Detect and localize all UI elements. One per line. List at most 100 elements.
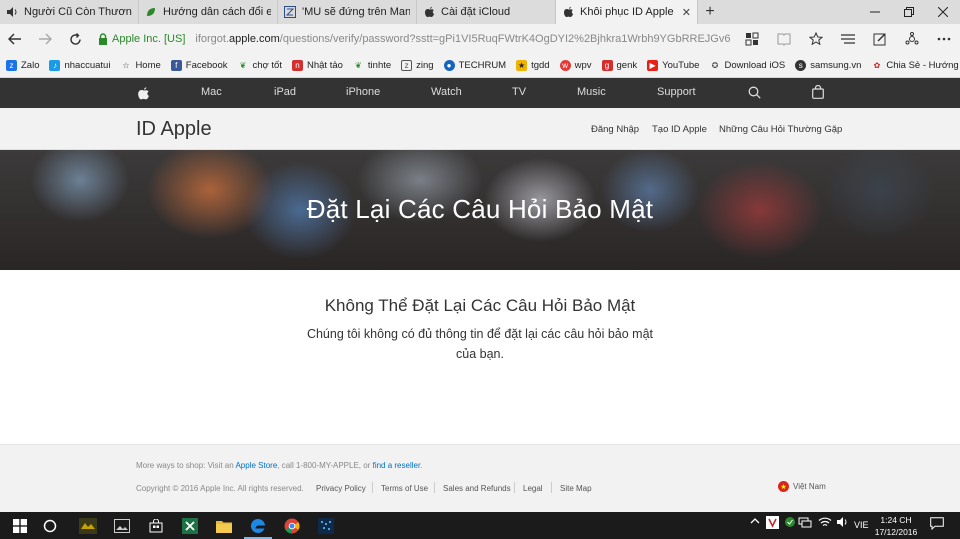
favorite-zalo[interactable]: z Zalo	[6, 60, 39, 71]
tgdd-icon: ★	[516, 60, 528, 71]
store-icon[interactable]	[146, 516, 166, 536]
v-app-tray-icon[interactable]	[766, 516, 779, 531]
gnav-support[interactable]: Support	[657, 86, 696, 98]
action-center-icon[interactable]	[930, 517, 944, 532]
reading-view-icon[interactable]	[768, 32, 800, 46]
close-window-icon[interactable]	[926, 0, 960, 24]
favorite-samsung[interactable]: s samsung.vn	[795, 60, 861, 71]
browser-tab[interactable]: Hướng dẫn cách đổi email c	[139, 0, 278, 24]
web-note-icon[interactable]	[864, 32, 896, 46]
legal-link[interactable]: Legal	[523, 484, 543, 493]
back-button[interactable]	[0, 33, 30, 45]
nhaccuatui-icon: ♪	[49, 60, 61, 71]
chrome-icon[interactable]	[282, 516, 302, 536]
terms-of-use-link[interactable]: Terms of Use	[381, 484, 428, 493]
hub-icon[interactable]	[832, 32, 864, 46]
excel-icon[interactable]	[180, 516, 200, 536]
favorite-techrum[interactable]: ● TECHRUM	[443, 60, 506, 71]
favorite-star-icon[interactable]	[800, 32, 832, 46]
address-field[interactable]: Apple Inc. [US] iforgot.apple.com /quest…	[98, 28, 730, 50]
share-icon[interactable]	[896, 32, 928, 46]
leaf-icon: ❦	[355, 61, 362, 70]
network-icon[interactable]	[798, 516, 812, 530]
favorite-genk[interactable]: g genk	[601, 60, 637, 71]
taskbar-clock[interactable]: 1:24 CH 17/12/2016	[872, 514, 920, 538]
tab-title: Hướng dẫn cách đổi email c	[163, 6, 271, 18]
url-host: iforgot.apple.com	[195, 33, 280, 45]
tray-app-icon[interactable]	[784, 516, 796, 530]
gnav-mac[interactable]: Mac	[201, 86, 222, 98]
footer-divider	[551, 482, 552, 493]
browser-tab[interactable]: Cài đặt iCloud	[417, 0, 556, 24]
wifi-icon[interactable]	[818, 516, 832, 530]
favorite-home[interactable]: ☆ Home	[120, 60, 160, 71]
shopping-bag-icon[interactable]	[812, 84, 824, 99]
gnav-watch[interactable]: Watch	[431, 86, 462, 98]
gnav-iphone[interactable]: iPhone	[346, 86, 380, 98]
favorite-youtube[interactable]: ▶ YouTube	[647, 60, 699, 71]
sales-refunds-link[interactable]: Sales and Refunds	[443, 484, 511, 493]
zalo-icon: z	[6, 60, 17, 71]
url-path: /questions/verify/password?sstt=gPi1VI5R…	[279, 33, 730, 45]
favorite-facebook[interactable]: f Facebook	[170, 60, 228, 71]
restore-icon[interactable]	[892, 0, 926, 24]
faq-link[interactable]: Những Câu Hỏi Thường Gặp	[719, 124, 842, 135]
country-selector[interactable]: ★ Việt Nam	[778, 481, 826, 492]
gnav-tv[interactable]: TV	[512, 86, 526, 98]
refresh-icon	[69, 32, 81, 45]
new-tab-button[interactable]: +	[698, 0, 722, 24]
favorite-nhattao[interactable]: n Nhật tảo	[291, 60, 343, 71]
gnav-music[interactable]: Music	[577, 86, 606, 98]
favorite-tinhte[interactable]: ❦ tinhte	[353, 60, 391, 71]
search-icon[interactable]	[748, 86, 762, 100]
refresh-button[interactable]	[60, 32, 90, 46]
page-brand[interactable]: ID Apple	[136, 118, 212, 141]
photos-app-icon[interactable]	[112, 516, 132, 536]
favorite-zing[interactable]: z zing	[401, 60, 434, 71]
edge-icon[interactable]	[244, 516, 272, 539]
cortana-icon[interactable]	[40, 516, 60, 536]
input-language[interactable]: VIE	[854, 520, 869, 530]
create-apple-id-link[interactable]: Tạo ID Apple	[652, 124, 707, 135]
error-heading: Không Thể Đặt Lại Các Câu Hỏi Bảo Mật	[324, 296, 636, 315]
browser-tab-active[interactable]: Khôi phục ID Apple của ✕	[556, 0, 698, 24]
favorite-nhaccuatui[interactable]: ♪ nhaccuatui	[49, 60, 110, 71]
tab-title: Khôi phục ID Apple của	[580, 6, 676, 18]
sign-in-link[interactable]: Đăng Nhập	[591, 124, 639, 135]
browser-tab[interactable]: Người Cũ Còn Thương	[0, 0, 139, 24]
shop-line: More ways to shop: Visit an Apple Store,…	[136, 461, 423, 470]
dotted-app-icon[interactable]	[316, 516, 336, 536]
forward-button[interactable]	[30, 33, 60, 45]
gnav-ipad[interactable]: iPad	[274, 86, 296, 98]
favorite-tgdd[interactable]: ★ tgdd	[516, 60, 550, 71]
privacy-policy-link[interactable]: Privacy Policy	[316, 484, 366, 493]
extension-icon[interactable]	[736, 32, 768, 46]
apple-logo-icon[interactable]	[136, 85, 150, 101]
windows-start-icon[interactable]	[10, 516, 30, 536]
tab-title: 'MU sẽ đứng trên Man City	[302, 6, 410, 18]
apple-store-link[interactable]: Apple Store	[235, 461, 277, 470]
close-tab-icon[interactable]: ✕	[682, 6, 691, 19]
file-explorer-icon[interactable]	[214, 516, 234, 536]
windows-taskbar: VIE 1:24 CH 17/12/2016	[0, 512, 960, 539]
hero-banner: Đặt Lại Các Câu Hỏi Bảo Mật	[0, 150, 960, 270]
page-title: Đặt Lại Các Câu Hỏi Bảo Mật	[306, 194, 654, 224]
samsung-icon: s	[795, 60, 807, 71]
volume-icon[interactable]	[836, 516, 849, 530]
game-app-icon[interactable]	[78, 516, 98, 536]
favorite-download-ios[interactable]: ✪ Download iOS	[709, 60, 786, 71]
minimize-icon[interactable]	[858, 0, 892, 24]
favorite-chotot[interactable]: ❦ chợ tốt	[238, 60, 282, 71]
browser-tab-strip: Người Cũ Còn Thương Hướng dẫn cách đổi e…	[0, 0, 960, 24]
favorite-wpv[interactable]: w wpv	[559, 60, 592, 71]
find-reseller-link[interactable]: find a reseller	[373, 461, 421, 470]
footer-divider	[514, 482, 515, 493]
lock-icon	[98, 33, 108, 45]
site-map-link[interactable]: Site Map	[560, 484, 592, 493]
certificate-org[interactable]: Apple Inc. [US]	[112, 33, 185, 45]
browser-tab[interactable]: 'MU sẽ đứng trên Man City	[278, 0, 417, 24]
more-menu-icon[interactable]	[928, 32, 960, 46]
genk-icon: g	[601, 60, 613, 71]
favorite-chiase[interactable]: ✿Chia Sẻ - Hướng dẫn	[871, 60, 960, 71]
tray-expand-icon[interactable]	[750, 517, 760, 527]
